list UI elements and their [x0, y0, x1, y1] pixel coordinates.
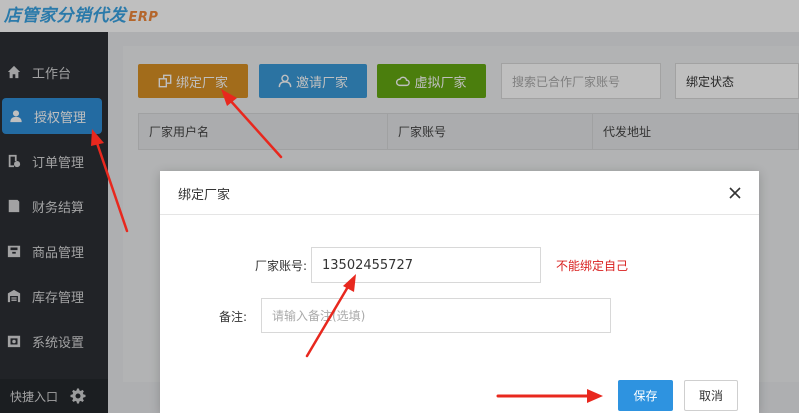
remark-input[interactable]: 请输入备注(选填) — [261, 298, 611, 333]
manufacturer-account-input[interactable]: 13502455727 — [311, 247, 541, 283]
account-label: 厂家账号: — [254, 259, 307, 273]
remark-placeholder: 请输入备注(选填) — [272, 309, 366, 323]
dialog-title: 绑定厂家 — [178, 188, 231, 203]
error-message: 不能绑定自己 — [556, 259, 629, 273]
bind-manufacturer-dialog: 绑定厂家 厂家账号: 13502455727 不能绑定自己 备注: 请输入备注(… — [160, 171, 759, 413]
save-button[interactable]: 保存 — [618, 380, 673, 411]
remark-label: 备注: — [218, 310, 247, 324]
dialog-header: 绑定厂家 — [160, 171, 759, 215]
account-value: 13502455727 — [322, 257, 413, 273]
cancel-button[interactable]: 取消 — [684, 380, 738, 411]
close-icon[interactable] — [725, 183, 745, 203]
